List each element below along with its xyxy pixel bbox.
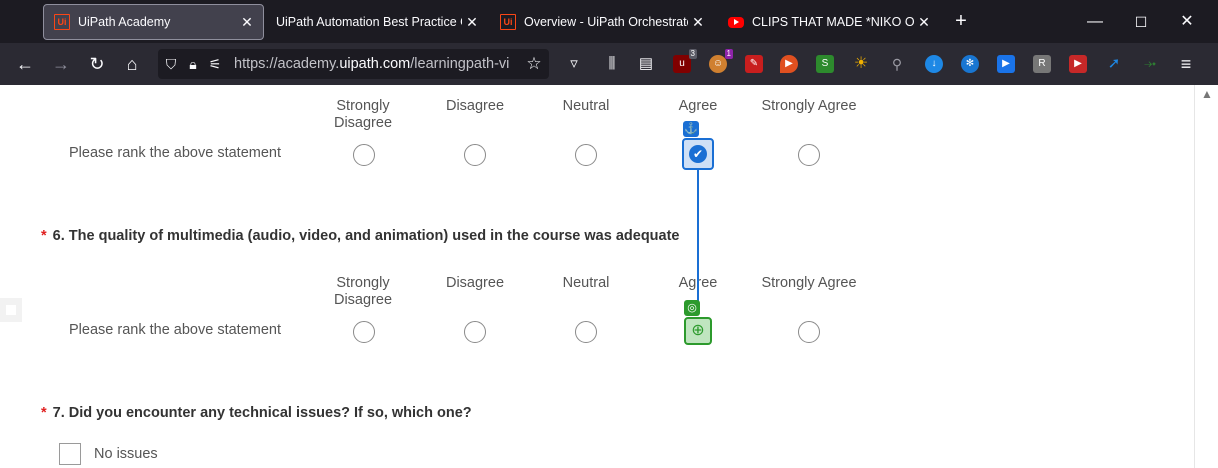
menu-icon[interactable]: ≡: [1174, 52, 1198, 76]
sun-ext-icon[interactable]: ☀: [852, 55, 870, 73]
scale-neutral: Neutral: [562, 98, 610, 114]
q5-radio-strongly-agree[interactable]: [798, 144, 820, 166]
tab-best-practice[interactable]: UiPath Automation Best Practice Gu ✕: [266, 4, 488, 40]
magnifier-ext-icon[interactable]: ⚲: [888, 55, 906, 73]
tab-orchestrator[interactable]: Ui Overview - UiPath Orchestrator ✕: [492, 4, 714, 40]
q5-row-label: Please rank the above statement: [69, 145, 281, 161]
scale-neutral: Neutral: [562, 275, 610, 291]
anchor-connector-line: [697, 170, 699, 303]
library-icon[interactable]: ⫼: [600, 52, 624, 76]
q6-radio-neutral[interactable]: [575, 321, 597, 343]
url-text[interactable]: https://academy.uipath.com/learningpath-…: [234, 56, 549, 72]
gear-ext-icon[interactable]: ✻: [961, 55, 979, 73]
survey-page: Strongly Disagree Disagree Neutral Agree…: [0, 85, 1194, 468]
sidebar-icon[interactable]: ▤: [634, 52, 658, 76]
checkmark-icon: ✔: [689, 145, 707, 163]
forward-arrow-icon[interactable]: →: [49, 52, 73, 76]
q5-radio-agree-selected[interactable]: ✔: [682, 138, 714, 170]
q5-radio-strongly-disagree[interactable]: [353, 144, 375, 166]
clapper-ext-icon[interactable]: ▶: [997, 55, 1015, 73]
lock-icon[interactable]: 🔒︎: [184, 56, 202, 73]
q5-radio-neutral[interactable]: [575, 144, 597, 166]
scale-strongly-disagree: Strongly Disagree: [333, 275, 393, 308]
green-ext-icon[interactable]: S: [816, 55, 834, 73]
close-icon[interactable]: ✕: [237, 14, 257, 31]
tab-title: CLIPS THAT MADE *NIKO OMIL: [752, 15, 914, 29]
scale-strongly-disagree: Strongly Disagree: [333, 98, 393, 131]
uipath-icon: Ui: [500, 14, 516, 30]
q6-radio-agree-target[interactable]: ⊕: [684, 317, 712, 345]
q6-row-label: Please rank the above statement: [69, 322, 281, 338]
q6-radio-strongly-disagree[interactable]: [353, 321, 375, 343]
maximize-button[interactable]: ☐: [1118, 8, 1164, 36]
new-tab-button[interactable]: +: [950, 10, 972, 32]
close-window-button[interactable]: ✕: [1164, 8, 1210, 36]
navigation-toolbar: ← → ↻ ⌂ ⛉ 🔒︎ ⚟ https://academy.uipath.co…: [0, 43, 1218, 85]
side-panel-tab[interactable]: [0, 298, 22, 322]
minimize-button[interactable]: —: [1072, 8, 1118, 36]
youtube-icon: [728, 16, 744, 28]
tab-youtube[interactable]: CLIPS THAT MADE *NIKO OMIL ✕: [718, 4, 940, 40]
scale-strongly-agree: Strongly Agree: [761, 98, 857, 114]
scale-disagree: Disagree: [445, 275, 505, 291]
question-6-title: * 6. The quality of multimedia (audio, vi…: [41, 228, 680, 244]
tab-title: UiPath Automation Best Practice Gu: [276, 15, 462, 29]
permissions-icon[interactable]: ⚟: [202, 56, 228, 73]
no-issues-label: No issues: [94, 446, 158, 462]
q5-radio-disagree[interactable]: [464, 144, 486, 166]
uipath-icon: Ui: [54, 14, 70, 30]
tab-title: UiPath Academy: [78, 15, 171, 29]
red2-ext-icon[interactable]: ▶: [1069, 55, 1087, 73]
scale-agree: Agree: [678, 98, 718, 114]
q6-radio-strongly-agree[interactable]: [798, 321, 820, 343]
brave-ext-icon[interactable]: ▶: [780, 55, 798, 73]
grey-ext-icon[interactable]: R: [1033, 55, 1051, 73]
leaf-ext-icon[interactable]: ⤞: [1141, 55, 1159, 73]
scale-strongly-agree: Strongly Agree: [761, 275, 857, 291]
ublock-icon[interactable]: u3: [673, 49, 697, 73]
close-icon[interactable]: ✕: [914, 14, 934, 31]
pocket-icon[interactable]: ▿: [562, 52, 586, 76]
vertical-scrollbar[interactable]: ▲: [1194, 85, 1218, 468]
tab-uipath-academy[interactable]: Ui UiPath Academy ✕: [43, 4, 264, 40]
target-icon: ◎: [684, 300, 700, 316]
back-arrow-icon[interactable]: ←: [13, 52, 37, 76]
anchor-icon: ⚓: [683, 121, 699, 137]
close-icon[interactable]: ✕: [688, 14, 708, 31]
arrow-ext-icon[interactable]: ➚: [1105, 55, 1123, 73]
home-icon[interactable]: ⌂: [120, 52, 144, 76]
q6-radio-disagree[interactable]: [464, 321, 486, 343]
reload-icon[interactable]: ↻: [85, 52, 109, 76]
scroll-up-icon[interactable]: ▲: [1201, 87, 1213, 101]
avatar-ext-icon[interactable]: ☺ 1: [709, 49, 733, 73]
bookmark-star-icon[interactable]: ☆: [522, 52, 546, 76]
red-ext-icon[interactable]: ✎: [745, 55, 763, 73]
close-icon[interactable]: ✕: [462, 14, 482, 31]
no-issues-checkbox[interactable]: [59, 443, 81, 465]
download-ext-icon[interactable]: ↓: [925, 55, 943, 73]
shield-icon[interactable]: ⛉: [158, 56, 184, 73]
scale-disagree: Disagree: [445, 98, 505, 114]
tab-title: Overview - UiPath Orchestrator: [524, 15, 688, 29]
question-7-title: * 7. Did you encounter any technical issu…: [41, 405, 472, 421]
tab-bar: Ui UiPath Academy ✕ UiPath Automation Be…: [0, 0, 1218, 43]
address-bar[interactable]: ⛉ 🔒︎ ⚟ https://academy.uipath.com/learni…: [158, 49, 549, 79]
